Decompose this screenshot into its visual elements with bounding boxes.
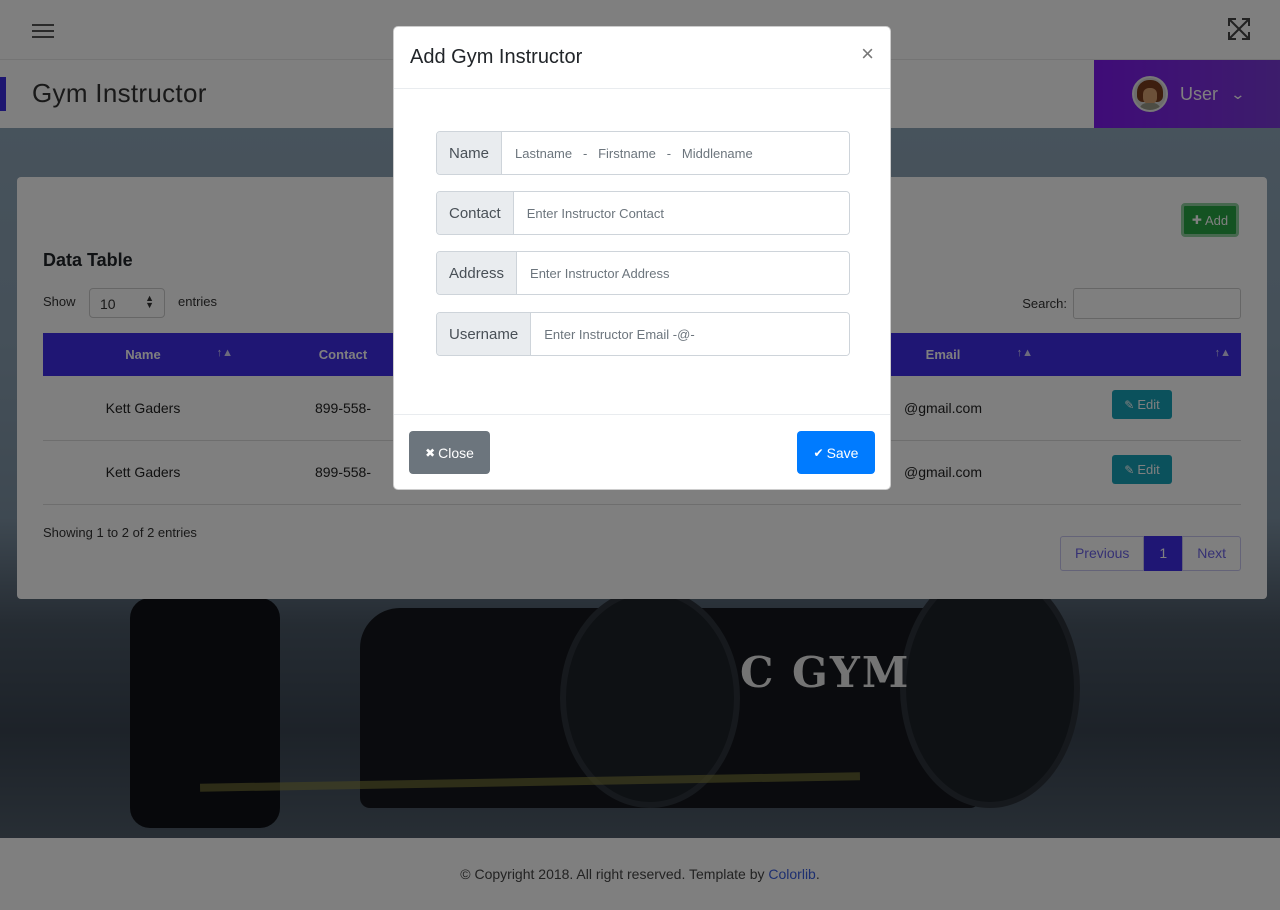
x-icon: ✖ xyxy=(425,445,436,460)
name-input[interactable] xyxy=(502,132,849,174)
contact-input[interactable] xyxy=(513,192,849,234)
save-button[interactable]: ✔ Save xyxy=(797,431,875,474)
address-input[interactable] xyxy=(517,252,849,294)
name-label: Name xyxy=(437,132,503,174)
close-button[interactable]: ✖ Close xyxy=(409,431,490,474)
name-input-group: Name xyxy=(436,131,850,175)
close-icon[interactable]: × xyxy=(861,43,874,65)
close-button-label: Close xyxy=(438,444,474,461)
address-input-group: Address xyxy=(436,251,850,295)
save-button-label: Save xyxy=(826,444,859,461)
add-instructor-modal: Add Gym Instructor × Name Contact Addres… xyxy=(393,26,891,490)
modal-body: Name Contact Address Username xyxy=(394,89,890,415)
check-icon: ✔ xyxy=(813,445,824,460)
username-input[interactable] xyxy=(531,313,849,355)
contact-input-group: Contact xyxy=(436,191,850,235)
address-label: Address xyxy=(437,252,518,294)
modal-footer: ✖ Close ✔ Save xyxy=(394,415,890,489)
contact-label: Contact xyxy=(437,192,514,234)
username-label: Username xyxy=(437,313,532,355)
modal-title: Add Gym Instructor xyxy=(410,46,583,68)
modal-header: Add Gym Instructor × xyxy=(394,27,890,89)
username-input-group: Username xyxy=(436,312,850,356)
